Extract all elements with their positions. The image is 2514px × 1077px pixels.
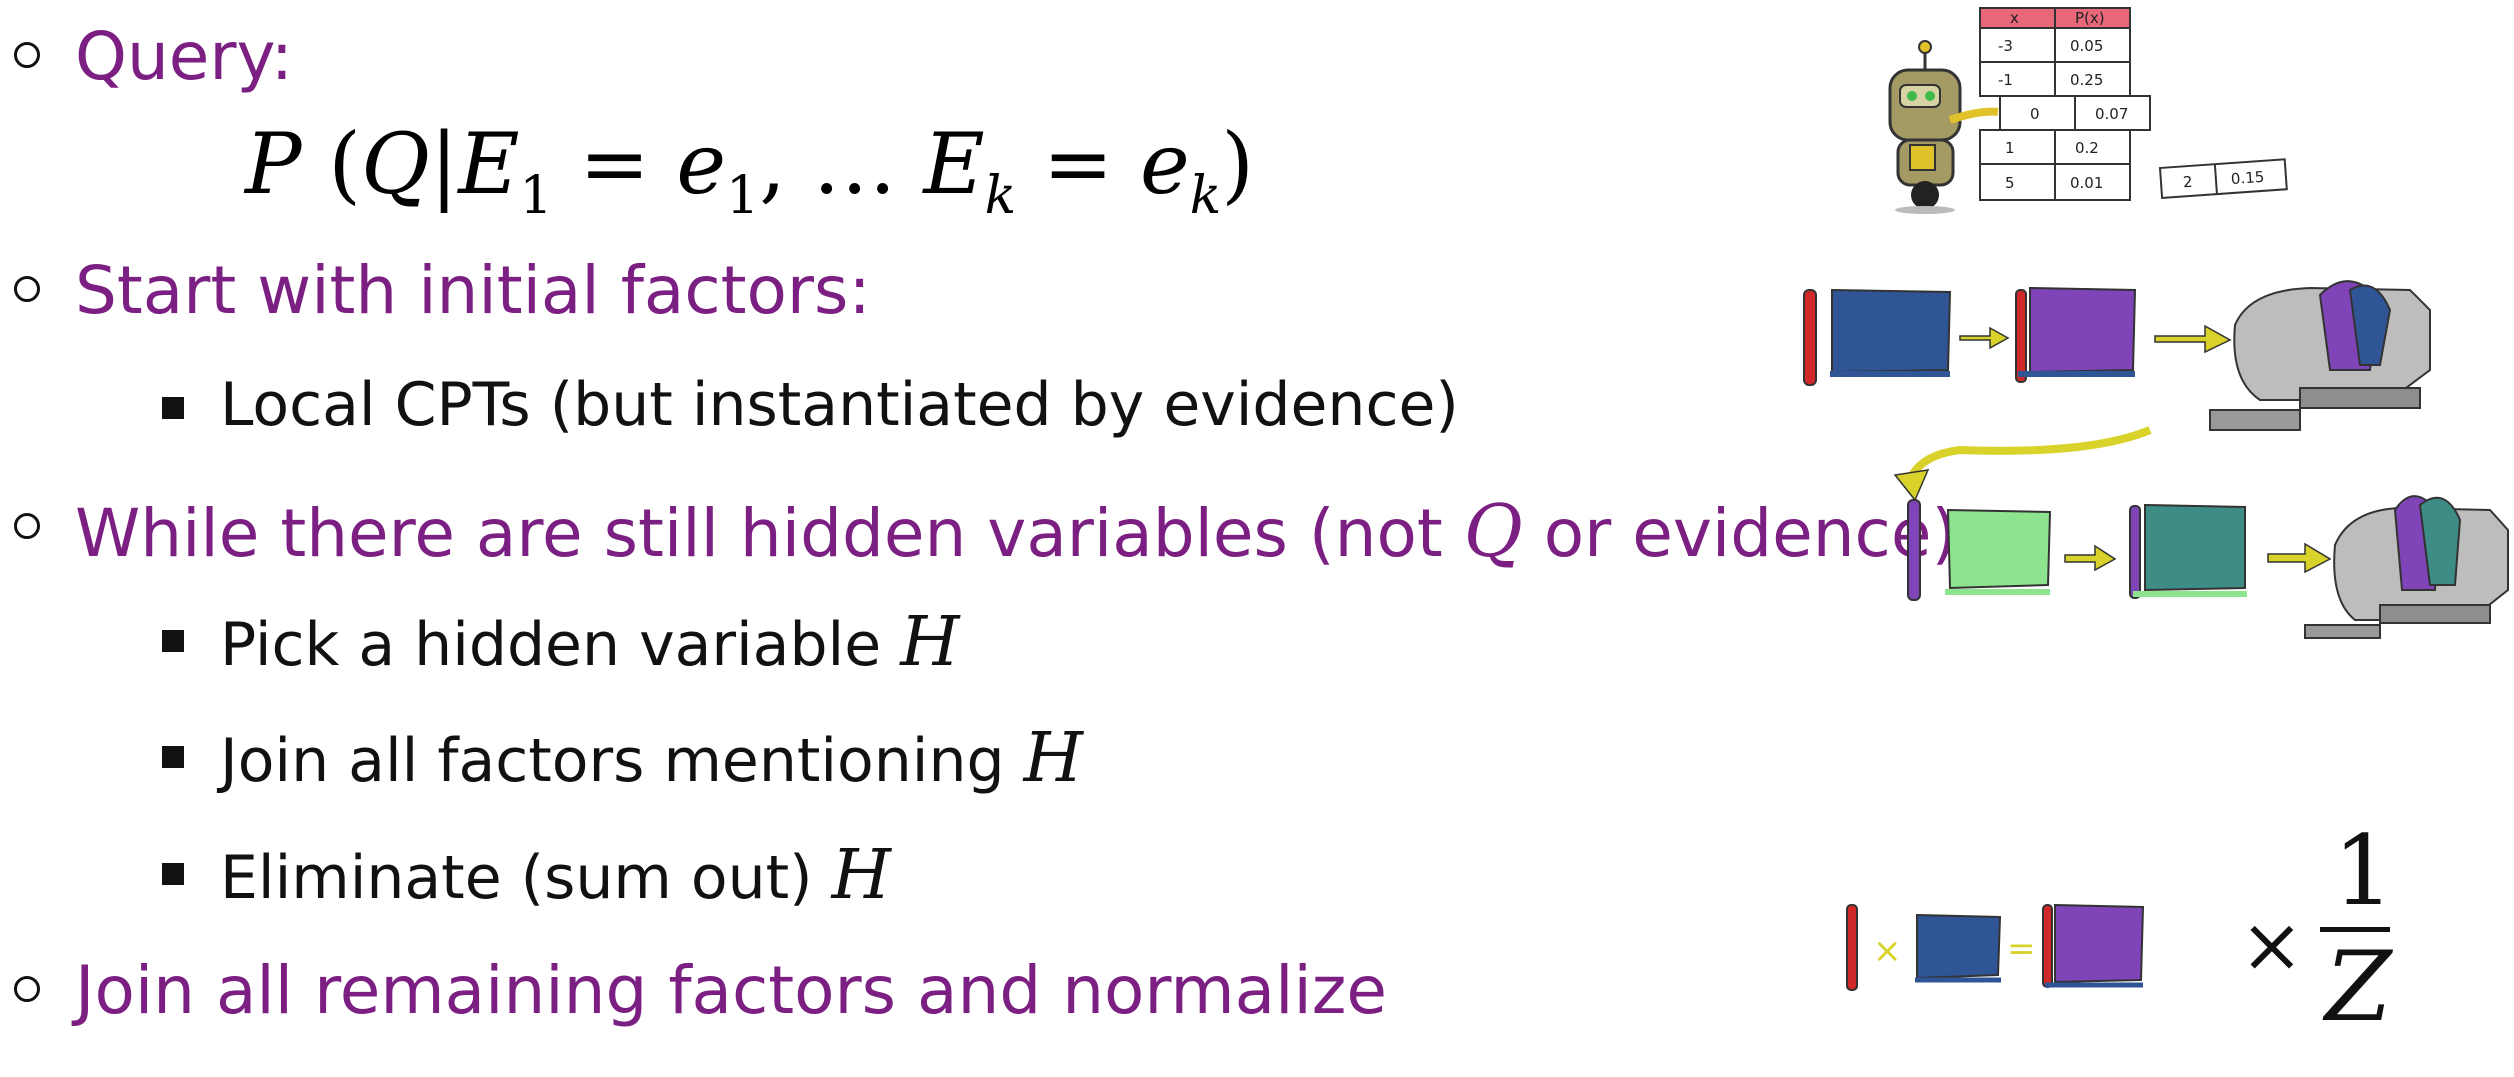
arrow-1-icon xyxy=(1959,326,2010,350)
cpt-row-3-p: 0.2 xyxy=(2075,139,2099,157)
bullet-join xyxy=(162,746,184,768)
query-formula: P (Q|E1 = e1, … Ek = ek) xyxy=(245,115,1254,226)
pick-label-var: H xyxy=(900,603,960,682)
robot-cpt-illustration: x P(x) -3 0.05 -1 0.25 0 0.07 1 0.2 5 0.… xyxy=(1888,7,2288,214)
bullet-query xyxy=(14,42,40,68)
cpt-extra-p: 0.15 xyxy=(2230,168,2265,188)
times-icon: × xyxy=(2240,900,2304,989)
normalize-red-stick xyxy=(1846,904,1858,991)
normalize-denominator: Z xyxy=(2325,931,2392,1043)
bullet-eliminate xyxy=(162,863,184,885)
cpt-table: x P(x) -3 0.05 -1 0.25 0 0.07 1 0.2 5 0.… xyxy=(1979,7,2288,201)
bullet-pick xyxy=(162,630,184,652)
cpt-row-0-p: 0.05 xyxy=(2070,37,2103,55)
join-normalize-illustration: × = xyxy=(1846,903,2145,991)
while-label-var: Q xyxy=(1463,489,1523,573)
query-label: Query: xyxy=(75,18,294,95)
pick-label: Pick a hidden variable H xyxy=(220,603,960,682)
factor-green xyxy=(1946,508,2052,590)
bullet-join-remaining xyxy=(14,976,40,1002)
cpt-row-1-x: -1 xyxy=(1998,71,2013,89)
cpt-header-x: x xyxy=(2010,9,2019,27)
normalize-red-stick-2 xyxy=(2042,904,2053,988)
factor-red-stick-1 xyxy=(1803,289,1817,386)
join-remaining-label: Join all remaining factors and normalize xyxy=(75,952,1388,1029)
vise-2-icon xyxy=(2304,495,2509,639)
eliminate-label-pre: Eliminate (sum out) xyxy=(220,843,832,913)
factor-teal xyxy=(2144,503,2246,592)
bullet-start xyxy=(14,276,40,302)
normalize-numerator: 1 xyxy=(2333,815,2395,927)
join-label: Join all factors mentioning H xyxy=(220,719,1083,798)
cpt-row-3-x: 1 xyxy=(2005,139,2015,157)
cpt-row-4-p: 0.01 xyxy=(2070,174,2103,192)
factor-blue-1 xyxy=(1831,288,1952,374)
arrow-3-icon xyxy=(2064,544,2117,572)
cpt-row-1-p: 0.25 xyxy=(2070,71,2103,89)
arrow-4-icon xyxy=(2267,542,2332,574)
while-label-pre: While there are still hidden variables (… xyxy=(75,495,1464,572)
cpt-row-2-p: 0.07 xyxy=(2095,105,2128,123)
vise-1-icon xyxy=(2209,280,2431,431)
factor-purple-1 xyxy=(2029,286,2137,374)
normalize-purple xyxy=(2054,903,2145,984)
cpt-extra-x: 2 xyxy=(2182,173,2193,192)
pick-label-pre: Pick a hidden variable xyxy=(220,610,901,680)
cpt-row-4-x: 5 xyxy=(2005,174,2015,192)
equals-icon: = xyxy=(2007,929,2036,969)
factor-purple-stick-1 xyxy=(1907,499,1921,601)
factor-purple-stick-2 xyxy=(2129,505,2141,599)
cpt-row-0-x: -3 xyxy=(1998,37,2013,55)
bullet-local-cpts xyxy=(162,397,184,419)
eliminate-label: Eliminate (sum out) H xyxy=(220,836,891,915)
local-cpts-label: Local CPTs (but instantiated by evidence… xyxy=(220,370,1459,440)
arrow-2-icon xyxy=(2154,324,2232,354)
start-factors-label: Start with initial factors: xyxy=(75,252,871,329)
curved-arrow-icon xyxy=(1906,426,2152,482)
cpt-row-2-x: 0 xyxy=(2030,105,2040,123)
join-eliminate-illustration xyxy=(1803,280,2509,639)
cpt-header-px: P(x) xyxy=(2075,9,2105,27)
join-label-var: H xyxy=(1023,719,1083,798)
join-label-pre: Join all factors mentioning xyxy=(220,726,1024,796)
normalize-blue xyxy=(1916,913,2002,980)
cpt-extra-row: 2 0.15 xyxy=(2158,158,2288,199)
bullet-while xyxy=(14,513,40,539)
eliminate-label-var: H xyxy=(831,836,891,915)
times-small-icon: × xyxy=(1873,931,1902,971)
factor-red-stick-2 xyxy=(2015,289,2027,383)
while-label: While there are still hidden variables (… xyxy=(75,489,1979,573)
